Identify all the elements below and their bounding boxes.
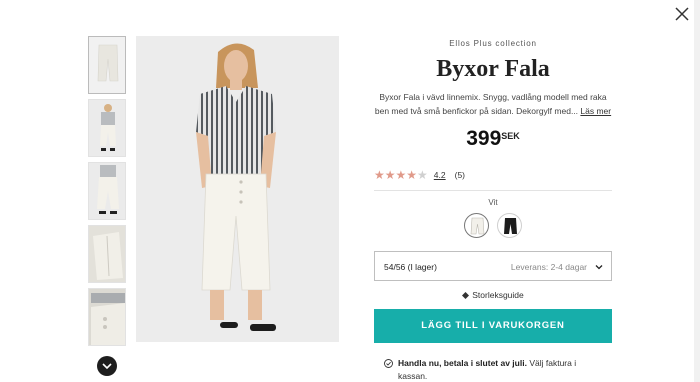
payment-promo: Handla nu, betala i slutet av juli. Välj… — [384, 357, 604, 382]
color-swatch-black[interactable] — [497, 213, 522, 238]
read-more-link[interactable]: Läs mer — [580, 106, 611, 116]
size-guide-label: Storleksguide — [472, 290, 524, 300]
thumbnail-detail[interactable] — [88, 225, 126, 283]
thumbnail-side[interactable] — [88, 162, 126, 220]
white-pants-icon — [470, 217, 485, 235]
pocket-icon — [89, 289, 125, 345]
size-guide-link[interactable]: Storleksguide — [374, 290, 612, 300]
price-amount: 399 — [466, 127, 502, 150]
scrollbar[interactable] — [694, 0, 700, 382]
delivery-time: Leverans: 2-4 dagar — [510, 262, 587, 272]
close-icon[interactable] — [674, 6, 690, 22]
size-select[interactable]: 54/56 (I lager) Leverans: 2-4 dagar — [374, 251, 612, 281]
rating[interactable]: ★★★★★ 4.2 (5) — [374, 168, 465, 182]
size-selected-value: 54/56 (I lager) — [384, 262, 437, 272]
ruler-icon — [462, 291, 470, 299]
add-to-cart-button[interactable]: LÄGG TILL I VARUKORGEN — [374, 309, 612, 343]
rating-value[interactable]: 4.2 — [434, 170, 446, 180]
thumbnail-list — [88, 36, 126, 351]
thumbnail-pocket[interactable] — [88, 288, 126, 346]
chevron-down-icon — [102, 363, 112, 370]
promo-text: Handla nu, betala i slutet av juli. Välj… — [384, 357, 604, 382]
check-circle-icon — [384, 359, 393, 368]
price-currency: SEK — [501, 131, 520, 141]
main-product-image[interactable] — [136, 36, 339, 342]
scroll-down-button[interactable] — [97, 356, 117, 376]
detail-icon — [89, 226, 125, 282]
model-photo — [136, 36, 339, 342]
star-rating-icon: ★★★★★ — [374, 168, 428, 182]
collection-label: Ellos Plus collection — [449, 39, 537, 48]
model-side-icon — [89, 163, 125, 219]
thumbnail-front[interactable] — [88, 36, 126, 94]
product-title: Byxor Fala — [436, 56, 550, 82]
thumbnail-back[interactable] — [88, 99, 126, 157]
color-swatch-white[interactable] — [464, 213, 489, 238]
chevron-down-icon — [595, 265, 603, 270]
color-label: Vit — [488, 198, 498, 207]
model-back-icon — [89, 100, 125, 156]
promo-bold: Handla nu, betala i slutet av juli. — [398, 358, 527, 368]
product-description: Byxor Fala i vävd linnemix. Snygg, vadlå… — [374, 90, 612, 118]
description-text: Byxor Fala i vävd linnemix. Snygg, vadlå… — [374, 92, 607, 116]
black-pants-icon — [504, 218, 517, 234]
price: 399SEK — [374, 127, 612, 151]
rating-count: (5) — [454, 170, 466, 180]
pants-front-icon — [89, 37, 125, 93]
divider — [374, 190, 612, 191]
